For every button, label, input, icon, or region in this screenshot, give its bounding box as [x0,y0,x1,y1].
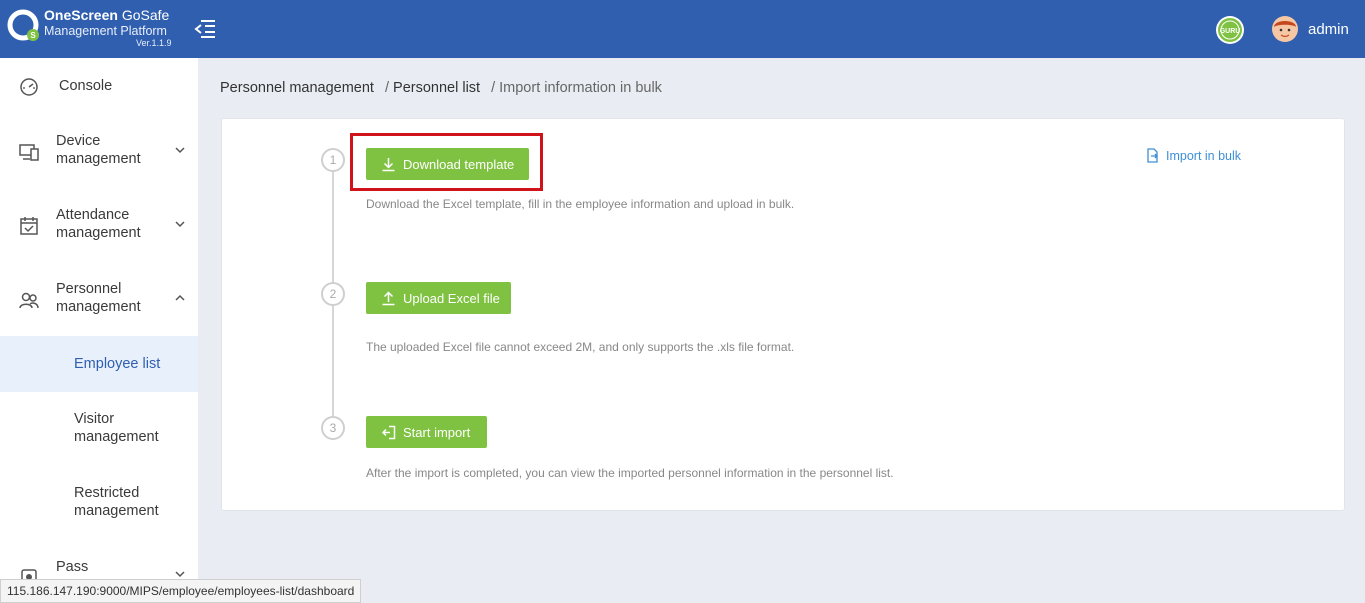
logo[interactable]: S OneScreen GoSafe Management Platform V… [7,7,197,51]
sidebar-subitem-restricted-management[interactable]: Restricted management [0,466,198,540]
step-1-description: Download the Excel template, fill in the… [366,197,795,211]
sidebar-item-label: Console [59,78,113,94]
gauge-icon [20,78,38,96]
sidebar-item-attendance-management[interactable]: Attendance management [0,188,198,262]
highlight-box [350,133,543,191]
top-bar: S OneScreen GoSafe Management Platform V… [0,0,1365,58]
chevron-down-icon [175,147,185,154]
breadcrumb-current: Import information in bulk [499,80,662,96]
sidebar-subitem-employee-list[interactable]: Employee list [0,336,198,392]
sidebar-item-label: Personnel management [56,281,141,315]
brand-title: OneScreen GoSafe [44,7,170,23]
step-2-number: 2 [321,282,345,306]
import-in-bulk-link[interactable]: Import in bulk [1145,148,1241,163]
step-3-description: After the import is completed, you can v… [366,466,894,480]
sidebar-item-console[interactable]: Console [0,58,198,114]
step-2-description: The uploaded Excel file cannot exceed 2M… [366,340,795,354]
sidebar-subitem-label: Restricted management [74,485,159,519]
guru-badge-text: GURU [1220,28,1241,35]
menu-collapse-icon[interactable] [193,17,217,41]
username[interactable]: admin [1308,21,1349,38]
sidebar: Console Device management Attendance man… [0,58,198,603]
users-icon [19,292,39,309]
version-label: Ver.1.1.9 [136,38,172,48]
sidebar-item-label: Pass [56,559,89,575]
svg-text:S: S [30,31,36,40]
sidebar-item-label: Device management [56,133,141,167]
sidebar-item-label: Attendance management [56,207,141,241]
import-in-bulk-label: Import in bulk [1166,148,1242,163]
breadcrumb-separator: / [491,80,496,96]
chevron-up-icon [175,294,185,301]
calendar-check-icon [20,217,38,235]
logo-icon: S [7,9,39,41]
sign-in-icon [381,425,396,439]
sidebar-subitem-label: Employee list [74,356,161,372]
chevron-down-icon [175,221,185,228]
sidebar-subitem-label: Visitor management [74,411,159,445]
browser-status-url: 115.186.147.190:9000/MIPS/employee/emplo… [0,579,362,603]
devices-icon [19,144,39,161]
breadcrumb-separator: / [385,80,390,96]
sidebar-item-device-management[interactable]: Device management [0,114,198,188]
file-import-icon [1147,148,1158,163]
upload-icon [382,290,395,305]
brand-subtitle: Management Platform [44,24,167,38]
upload-excel-label: Upload Excel file [403,290,500,306]
breadcrumb: Personnel management / Personnel list / Im… [220,80,662,96]
step-3-number: 3 [321,416,345,440]
breadcrumb-personnel-list[interactable]: Personnel list [393,80,480,96]
step-1-number: 1 [321,148,345,172]
breadcrumb-personnel-management[interactable]: Personnel management [220,80,374,96]
sidebar-item-personnel-management[interactable]: Personnel management [0,262,198,336]
sidebar-subitem-visitor-management[interactable]: Visitor management [0,392,198,466]
guru-badge-icon[interactable]: GURU [1215,15,1245,45]
start-import-button[interactable]: Start import [366,416,487,448]
start-import-label: Start import [403,424,471,440]
avatar[interactable] [1271,15,1299,43]
upload-excel-button[interactable]: Upload Excel file [366,282,511,314]
